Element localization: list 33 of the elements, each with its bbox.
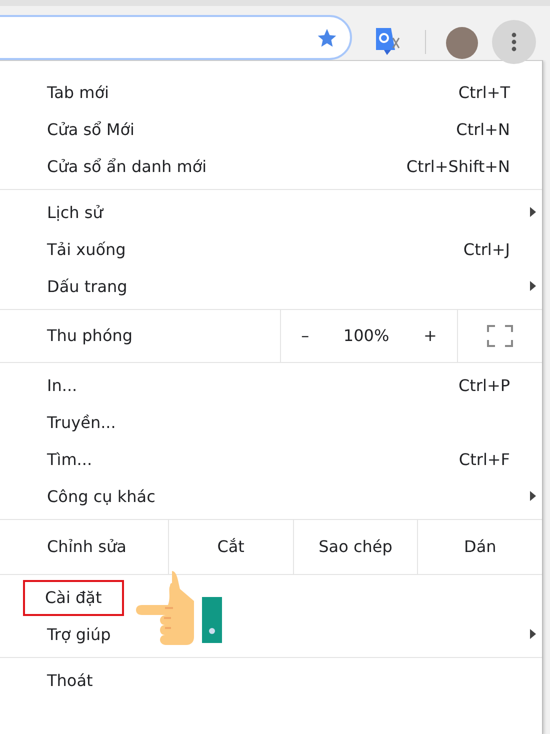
menu-item[interactable]: Tìm... Ctrl+F [0, 441, 542, 478]
menu-item[interactable]: Cài đặt [0, 579, 542, 616]
edit-action-button[interactable]: Sao chép [292, 520, 418, 574]
zoom-out-button[interactable]: – [295, 322, 316, 350]
shortcut-label: Ctrl+N [456, 118, 510, 140]
fullscreen-icon [487, 325, 513, 347]
zoom-in-button[interactable]: + [417, 322, 443, 350]
menu-button[interactable] [492, 20, 536, 64]
highlighted-menu-label[interactable]: Cài đặt [23, 580, 124, 616]
menu-item[interactable]: Cửa sổ Mới Ctrl+N [0, 111, 542, 148]
shortcut-label: Ctrl+F [458, 448, 510, 470]
shortcut-label: Ctrl+P [458, 374, 510, 396]
edit-label: Chỉnh sửa [47, 536, 126, 558]
menu-item[interactable]: Trợ giúp [0, 616, 542, 653]
menu-item[interactable]: Tab mới Ctrl+T [0, 74, 542, 111]
menu-item[interactable]: Truyền... [0, 404, 542, 441]
shortcut-label: Ctrl+J [463, 238, 510, 260]
menu-item[interactable]: Lịch sử [0, 194, 542, 231]
menu-item[interactable]: Dấu trang [0, 268, 542, 305]
menu-item[interactable]: Tải xuống Ctrl+J [0, 231, 542, 268]
zoom-level: 100% [343, 325, 390, 347]
menu-item[interactable]: Cửa sổ ẩn danh mới Ctrl+Shift+N [0, 148, 542, 185]
menu-item[interactable]: In... Ctrl+P [0, 367, 542, 404]
shortcut-label: Ctrl+T [458, 82, 510, 104]
edit-action-button[interactable]: Dán [417, 520, 542, 574]
shortcut-label: Ctrl+Shift+N [406, 156, 510, 178]
menu-item[interactable]: Thoát [0, 662, 542, 699]
profile-avatar[interactable] [446, 27, 478, 59]
star-icon[interactable] [316, 27, 338, 49]
more-icon [511, 32, 517, 52]
zoom-label: Thu phóng [47, 325, 133, 347]
menu-item[interactable]: Công cụ khác [0, 478, 542, 515]
translate-icon[interactable] [374, 26, 402, 56]
